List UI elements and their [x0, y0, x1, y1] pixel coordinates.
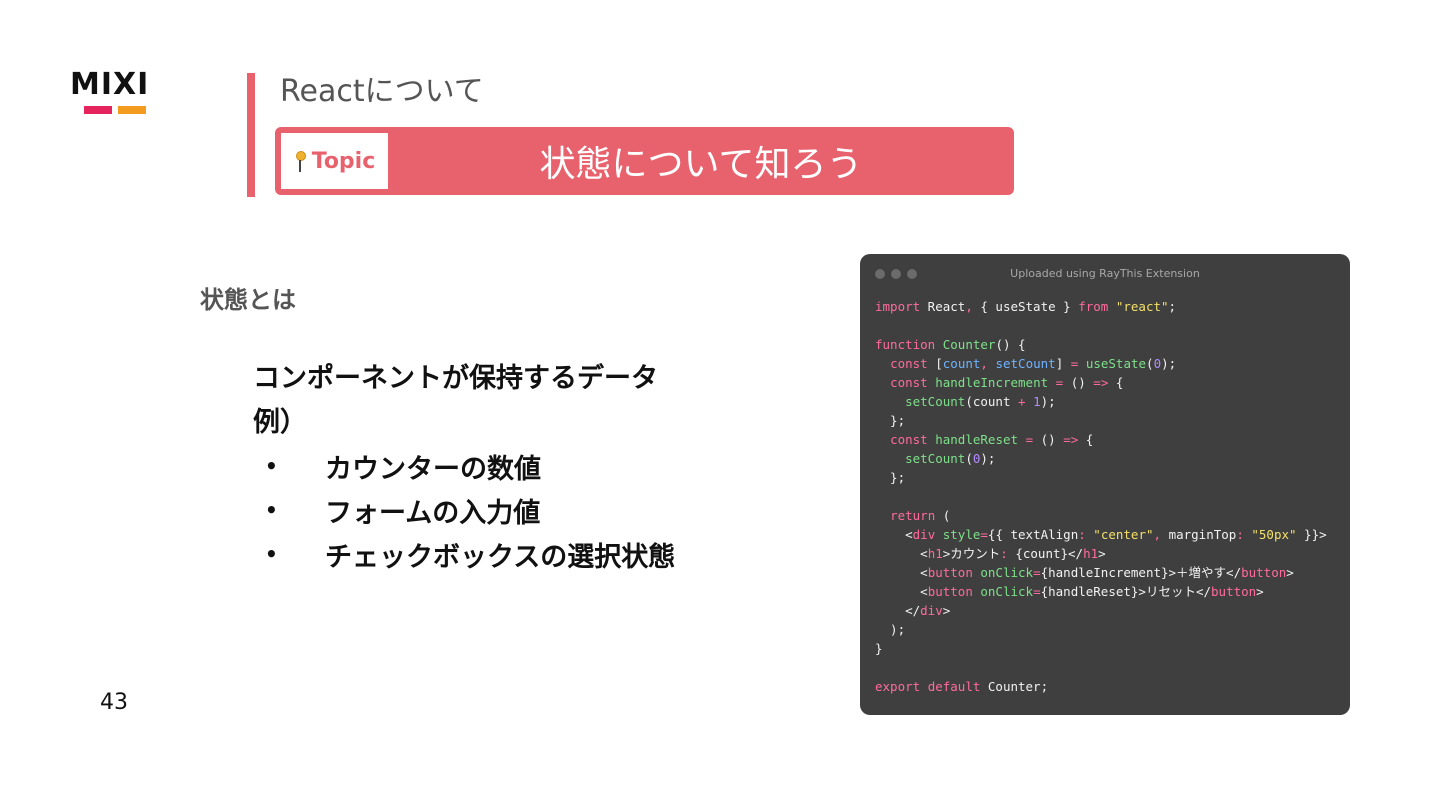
bullet-dot: •	[265, 542, 278, 566]
code-line: const handleIncrement = () => {	[890, 375, 1124, 390]
accent-bar	[247, 73, 255, 197]
code-line: <div style={{ textAlign: "center", margi…	[875, 527, 1327, 542]
topic-title: 状態について知ろう	[539, 144, 863, 185]
section-title: Reactについて	[280, 74, 484, 109]
content-heading: 状態とは	[200, 286, 296, 314]
example-list: • カウンターの数値 • フォームの入力値 • チェックボックスの選択状態	[265, 444, 675, 576]
bullet-dot: •	[265, 498, 278, 522]
logo-text: MIXI	[70, 67, 150, 102]
code-line: };	[875, 413, 906, 428]
definition-text: コンポーネントが保持するデータ	[253, 363, 658, 394]
bullet-dot: •	[265, 454, 278, 478]
list-item-label: チェックボックスの選択状態	[325, 541, 676, 573]
code-line: return (	[890, 508, 951, 523]
page-number: 43	[100, 690, 128, 715]
code-line: <button onClick={handleReset}>リセット</butt…	[875, 584, 1264, 599]
logo-bar-orange	[118, 106, 146, 114]
code-line: import React, { useState } from "react";	[875, 299, 1177, 314]
code-line: <h1>カウント: {count}</h1>	[875, 546, 1106, 561]
list-item-label: カウンターの数値	[325, 453, 541, 485]
mixi-logo: MIXI	[70, 70, 162, 118]
example-label: 例）	[253, 407, 307, 438]
code-line: function Counter() {	[875, 337, 1026, 352]
pushpin-icon	[294, 149, 306, 173]
logo-bar-pink	[84, 106, 112, 114]
code-window: Uploaded using RayThis Extension import …	[860, 254, 1350, 715]
window-caption: Uploaded using RayThis Extension	[1010, 267, 1200, 280]
topic-banner: Topic 状態について知ろう	[275, 127, 1014, 195]
code-line: };	[875, 470, 906, 485]
code-line: export default Counter;	[875, 679, 1049, 694]
code-line: }	[875, 641, 883, 656]
code-line: setCount(0);	[905, 451, 996, 466]
list-item: • フォームの入力値	[265, 488, 675, 532]
list-item-label: フォームの入力値	[325, 497, 541, 529]
code-line: </div>	[875, 603, 951, 618]
topic-tag: Topic	[281, 133, 388, 189]
topic-tag-label: Topic	[311, 148, 376, 174]
code-line: const [count, setCount] = useState(0);	[890, 356, 1177, 371]
code-line: setCount(count + 1);	[905, 394, 1056, 409]
list-item: • チェックボックスの選択状態	[265, 532, 675, 576]
code-line: <button onClick={handleIncrement}>＋増やす</…	[875, 565, 1294, 580]
list-item: • カウンターの数値	[265, 444, 675, 488]
code-line: const handleReset = () => {	[890, 432, 1094, 447]
logo-bars	[84, 106, 146, 114]
code-line: );	[875, 622, 906, 637]
code-block: import React, { useState } from "react";…	[875, 297, 1327, 696]
